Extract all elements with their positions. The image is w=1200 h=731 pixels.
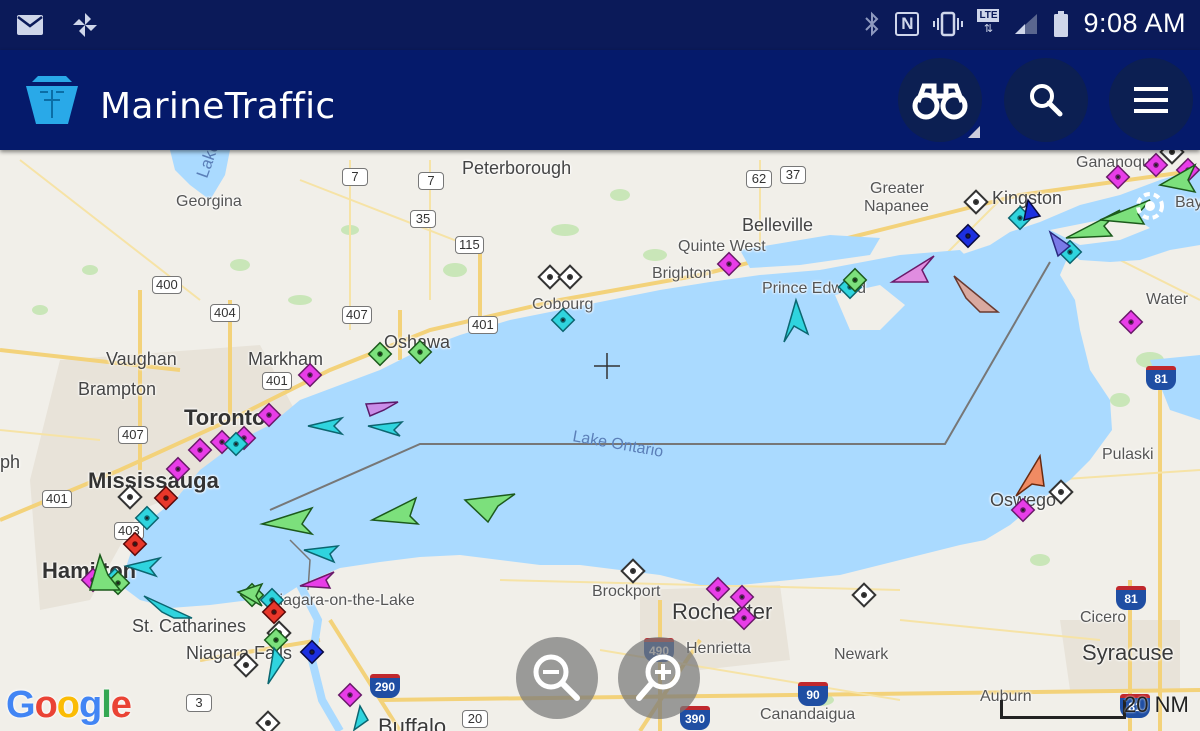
zoom-out-button[interactable] [516, 637, 598, 719]
battery-icon [1054, 10, 1069, 37]
zoom-out-icon [533, 654, 580, 701]
vessel-arrow-passenger[interactable] [783, 297, 810, 343]
vessel-arrow-other[interactable] [953, 275, 1001, 313]
vessel-arrow-cargo[interactable] [369, 496, 420, 525]
vessel-marker-pleasure[interactable] [729, 584, 755, 610]
vessel-arrow-cargo[interactable] [1099, 199, 1151, 225]
menu-icon [1134, 87, 1168, 113]
vessel-marker-unknown[interactable] [117, 484, 143, 510]
vessel-marker-other[interactable] [299, 639, 325, 665]
vessel-arrow-passenger[interactable] [143, 595, 193, 619]
vessel-marker-unknown[interactable] [557, 264, 583, 290]
dropdown-corner-icon [968, 126, 980, 138]
vessel-marker-pleasure[interactable] [256, 402, 282, 428]
vessel-marker-unknown[interactable] [620, 558, 646, 584]
vessel-marker-cargo[interactable] [407, 339, 433, 365]
google-letter: o [34, 684, 58, 726]
vessel-marker-pleasure[interactable] [1143, 152, 1169, 178]
binoculars-icon [912, 83, 968, 120]
vessel-marker-pleasure[interactable] [1118, 309, 1144, 335]
menu-button[interactable] [1109, 58, 1193, 142]
vessel-marker-tanker[interactable] [122, 531, 148, 557]
vessel-arrow-passenger[interactable] [367, 421, 405, 437]
clock: 9:08 AM [1083, 8, 1186, 38]
mail-icon [17, 15, 43, 35]
vessel-marker-cargo[interactable] [367, 341, 393, 367]
vessel-arrow-passenger[interactable] [307, 416, 345, 436]
vessel-arrow-cargo[interactable] [259, 506, 315, 536]
zoom-in-icon [636, 654, 681, 701]
marinetraffic-logo-icon[interactable] [22, 70, 82, 130]
vessel-arrow-passenger[interactable] [352, 704, 369, 731]
pinwheel-icon [73, 13, 97, 37]
vessel-arrow-pleasure[interactable] [299, 571, 335, 589]
bluetooth-icon [865, 11, 879, 36]
vessel-layer [80, 150, 1200, 731]
vessel-arrow-cargo[interactable] [463, 493, 516, 524]
vessel-arrow-pleasure[interactable] [889, 255, 935, 283]
vessel-arrow-pleasure[interactable] [364, 401, 399, 418]
scale-label: 20 NM [1124, 692, 1189, 717]
search-icon [1030, 84, 1063, 117]
vibrate-icon [933, 11, 964, 36]
vessel-marker-pleasure[interactable] [731, 605, 757, 631]
google-letter: g [79, 684, 102, 726]
vessel-marker-unknown[interactable] [255, 710, 281, 731]
nfc-icon: N [895, 11, 920, 36]
vessel-marker-passenger[interactable] [550, 307, 576, 333]
status-bar: N LTE ⇅ 9:08 AM [0, 0, 1200, 50]
vessel-arrow-other[interactable] [1023, 198, 1042, 222]
vessel-marker-pleasure[interactable] [716, 251, 742, 277]
google-letter: e [110, 684, 132, 726]
vessel-arrow-passenger[interactable] [123, 556, 163, 578]
vessel-arrow-passenger[interactable] [267, 646, 285, 685]
vessel-marker-pleasure[interactable] [297, 362, 323, 388]
vessel-marker-pleasure[interactable] [1105, 164, 1131, 190]
google-letter: G [6, 684, 36, 726]
vessel-marker-unknown[interactable] [233, 652, 259, 678]
vessel-marker-pleasure[interactable] [165, 456, 191, 482]
scale-bar [1000, 700, 1126, 719]
my-location-dot [1145, 201, 1155, 211]
google-attribution: Google [6, 684, 132, 727]
vessel-marker-pleasure[interactable] [337, 682, 363, 708]
vessel-marker-tanker[interactable] [153, 485, 179, 511]
app-title: MarineTraffic [100, 86, 336, 127]
vessel-marker-pleasure[interactable] [1010, 497, 1036, 523]
vessel-marker-pleasure[interactable] [705, 576, 731, 602]
vessel-marker-other[interactable] [955, 223, 981, 249]
vessel-arrow-passenger[interactable] [303, 545, 341, 564]
zoom-in-button[interactable] [618, 637, 700, 719]
binoculars-button[interactable] [898, 58, 982, 142]
vessel-marker-unknown[interactable] [851, 582, 877, 608]
app-bar: MarineTraffic [0, 50, 1200, 150]
vessel-marker-unknown[interactable] [1048, 479, 1074, 505]
google-letter: l [101, 684, 112, 726]
vessel-arrow-fishing[interactable] [1015, 453, 1045, 497]
vessel-marker-passenger[interactable] [134, 505, 160, 531]
signal-icon [1015, 13, 1038, 34]
search-button[interactable] [1004, 58, 1088, 142]
vessel-marker-unknown[interactable] [963, 189, 989, 215]
lte-icon: LTE ⇅ [977, 8, 1000, 35]
vessel-marker-pleasure[interactable] [187, 437, 213, 463]
map-canvas[interactable]: Lake Peterborough Georgina Gananoque Kin… [0, 150, 1200, 731]
google-letter: o [56, 684, 80, 726]
vessel-arrow-cargo[interactable] [1065, 209, 1121, 239]
